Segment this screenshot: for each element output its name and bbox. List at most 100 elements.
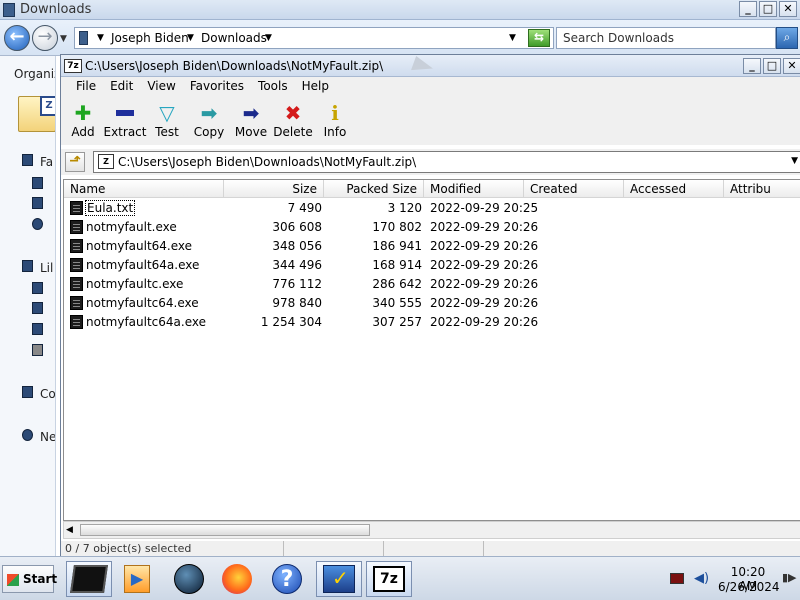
- search-input[interactable]: Search Downloads: [556, 27, 776, 49]
- downloads-icon[interactable]: [32, 197, 43, 209]
- mouse-cursor-icon: [411, 56, 435, 77]
- address-bar[interactable]: ▼ Joseph Biden ▼ Downloads ▼ ▼: [74, 27, 554, 49]
- extract-label: Extract: [103, 125, 147, 139]
- chevron-down-icon[interactable]: ▼: [265, 33, 272, 43]
- nav-computer[interactable]: Co: [40, 387, 55, 401]
- table-row[interactable]: notmyfault.exe 306 608 170 802 2022-09-2…: [64, 218, 800, 237]
- table-row[interactable]: notmyfaultc64a.exe 1 254 304 307 257 202…: [64, 313, 800, 332]
- add-label: Add: [71, 125, 95, 139]
- file-modified: 2022-09-29 20:26: [430, 220, 539, 234]
- add-button[interactable]: ✚ Add: [61, 101, 105, 143]
- table-row[interactable]: notmyfault64.exe 348 056 186 941 2022-09…: [64, 237, 800, 256]
- maximize-button[interactable]: □: [763, 58, 781, 74]
- breadcrumb-downloads[interactable]: Downloads: [201, 31, 267, 45]
- seven-zip-icon: 7z: [64, 59, 82, 73]
- chevron-down-icon[interactable]: ▼: [187, 33, 194, 43]
- menu-file[interactable]: File: [69, 77, 103, 97]
- media-player-icon: ▶: [124, 565, 150, 593]
- minimize-button[interactable]: _: [739, 1, 757, 17]
- minimize-button[interactable]: _: [743, 58, 761, 74]
- address-dropdown-icon[interactable]: ▼: [509, 33, 516, 43]
- list-header: Name Size Packed Size Modified Created A…: [64, 180, 800, 198]
- table-row[interactable]: notmyfaultc64.exe 978 840 340 555 2022-0…: [64, 294, 800, 313]
- close-button[interactable]: ✕: [783, 58, 800, 74]
- start-button[interactable]: Start: [2, 565, 57, 593]
- table-row[interactable]: notmyfault64a.exe 344 496 168 914 2022-0…: [64, 256, 800, 275]
- column-accessed[interactable]: Accessed: [624, 180, 724, 198]
- exe-file-icon: [70, 277, 83, 291]
- videos-icon[interactable]: [32, 344, 43, 356]
- close-button[interactable]: ✕: [779, 1, 797, 17]
- path-dropdown-icon[interactable]: ▼: [791, 156, 798, 166]
- move-button[interactable]: ➡ Move: [229, 101, 273, 143]
- menu-bar: File Edit View Favorites Tools Help: [61, 77, 800, 97]
- extract-button[interactable]: Extract: [103, 101, 147, 143]
- notification-flag-icon[interactable]: ▮▶: [782, 571, 797, 584]
- column-attributes[interactable]: Attribu: [724, 180, 800, 198]
- taskbar-media-player[interactable]: ▶: [114, 561, 160, 597]
- search-icon[interactable]: ⌕: [776, 27, 798, 49]
- nav-favorites[interactable]: Fa: [40, 155, 53, 169]
- organize-menu[interactable]: Organiz: [14, 67, 55, 81]
- chevron-down-icon[interactable]: ▼: [97, 33, 104, 43]
- column-modified[interactable]: Modified: [424, 180, 524, 198]
- recent-places-icon[interactable]: [32, 218, 43, 230]
- column-created[interactable]: Created: [524, 180, 624, 198]
- breadcrumb-user[interactable]: Joseph Biden: [111, 31, 189, 45]
- clock-date[interactable]: 6/26/2024: [718, 580, 780, 594]
- seven-zip-titlebar[interactable]: 7z C:\Users\Joseph Biden\Downloads\NotMy…: [61, 55, 800, 77]
- path-bar: ⬏ Z C:\Users\Joseph Biden\Downloads\NotM…: [61, 149, 800, 175]
- info-label: Info: [323, 125, 347, 139]
- path-input[interactable]: Z C:\Users\Joseph Biden\Downloads\NotMyF…: [93, 151, 800, 173]
- test-button[interactable]: ▽ Test: [145, 101, 189, 143]
- documents-icon[interactable]: [32, 282, 43, 294]
- nav-libraries[interactable]: Lil: [40, 261, 53, 275]
- move-label: Move: [234, 125, 268, 139]
- scrollbar-thumb[interactable]: [80, 524, 370, 536]
- nav-network[interactable]: Ne: [40, 430, 55, 444]
- menu-help[interactable]: Help: [295, 77, 336, 97]
- music-icon[interactable]: [32, 302, 43, 314]
- info-button[interactable]: i Info: [313, 101, 357, 143]
- taskbar-help[interactable]: ?: [264, 561, 310, 597]
- delete-button[interactable]: ✖ Delete: [271, 101, 315, 143]
- menu-view[interactable]: View: [140, 77, 182, 97]
- favorites-icon: [22, 154, 33, 166]
- column-packed-size[interactable]: Packed Size: [324, 180, 424, 198]
- menu-favorites[interactable]: Favorites: [183, 77, 251, 97]
- recent-pages-chevron-icon[interactable]: ▼: [60, 34, 67, 44]
- exe-file-icon: [70, 220, 83, 234]
- action-center-flag-icon[interactable]: [670, 573, 684, 584]
- refresh-button[interactable]: ⇆: [528, 29, 550, 47]
- table-row[interactable]: notmyfaultc.exe 776 112 286 642 2022-09-…: [64, 275, 800, 294]
- seven-zip-icon: 7z: [373, 566, 405, 592]
- file-packed-size: 340 555: [372, 296, 422, 310]
- taskbar-firefox[interactable]: [214, 561, 260, 597]
- scroll-left-icon[interactable]: ◀: [66, 525, 73, 535]
- explorer-titlebar[interactable]: Downloads _ □ ✕: [0, 0, 800, 20]
- file-name: notmyfaultc64a.exe: [86, 315, 206, 329]
- desktop-icon[interactable]: [32, 177, 43, 189]
- menu-tools[interactable]: Tools: [251, 77, 295, 97]
- back-button[interactable]: ←: [4, 25, 30, 51]
- maximize-button[interactable]: □: [759, 1, 777, 17]
- pictures-icon[interactable]: [32, 323, 43, 335]
- taskbar-7zip[interactable]: 7z: [366, 561, 412, 597]
- copy-button[interactable]: ➡ Copy: [187, 101, 231, 143]
- column-name[interactable]: Name: [64, 180, 224, 198]
- file-packed-size: 3 120: [387, 201, 422, 215]
- horizontal-scrollbar[interactable]: ◀: [63, 521, 800, 539]
- taskbar-explorer[interactable]: [316, 561, 362, 597]
- table-row[interactable]: Eula.txt 7 490 3 120 2022-09-29 20:25: [64, 199, 800, 218]
- taskbar-terminal[interactable]: [66, 561, 112, 597]
- forward-button[interactable]: →: [32, 25, 58, 51]
- up-folder-button[interactable]: ⬏: [65, 152, 85, 172]
- volume-icon[interactable]: ◀): [694, 571, 709, 586]
- taskbar-globe[interactable]: [166, 561, 212, 597]
- menu-edit[interactable]: Edit: [103, 77, 140, 97]
- file-list[interactable]: Name Size Packed Size Modified Created A…: [63, 179, 800, 521]
- libraries-icon: [22, 260, 33, 272]
- taskbar: Start ▶ ? 7z ◀) 10:20 AM 6/26/2024 ▮▶: [0, 556, 800, 600]
- column-size[interactable]: Size: [224, 180, 324, 198]
- folder-icon: [3, 3, 15, 17]
